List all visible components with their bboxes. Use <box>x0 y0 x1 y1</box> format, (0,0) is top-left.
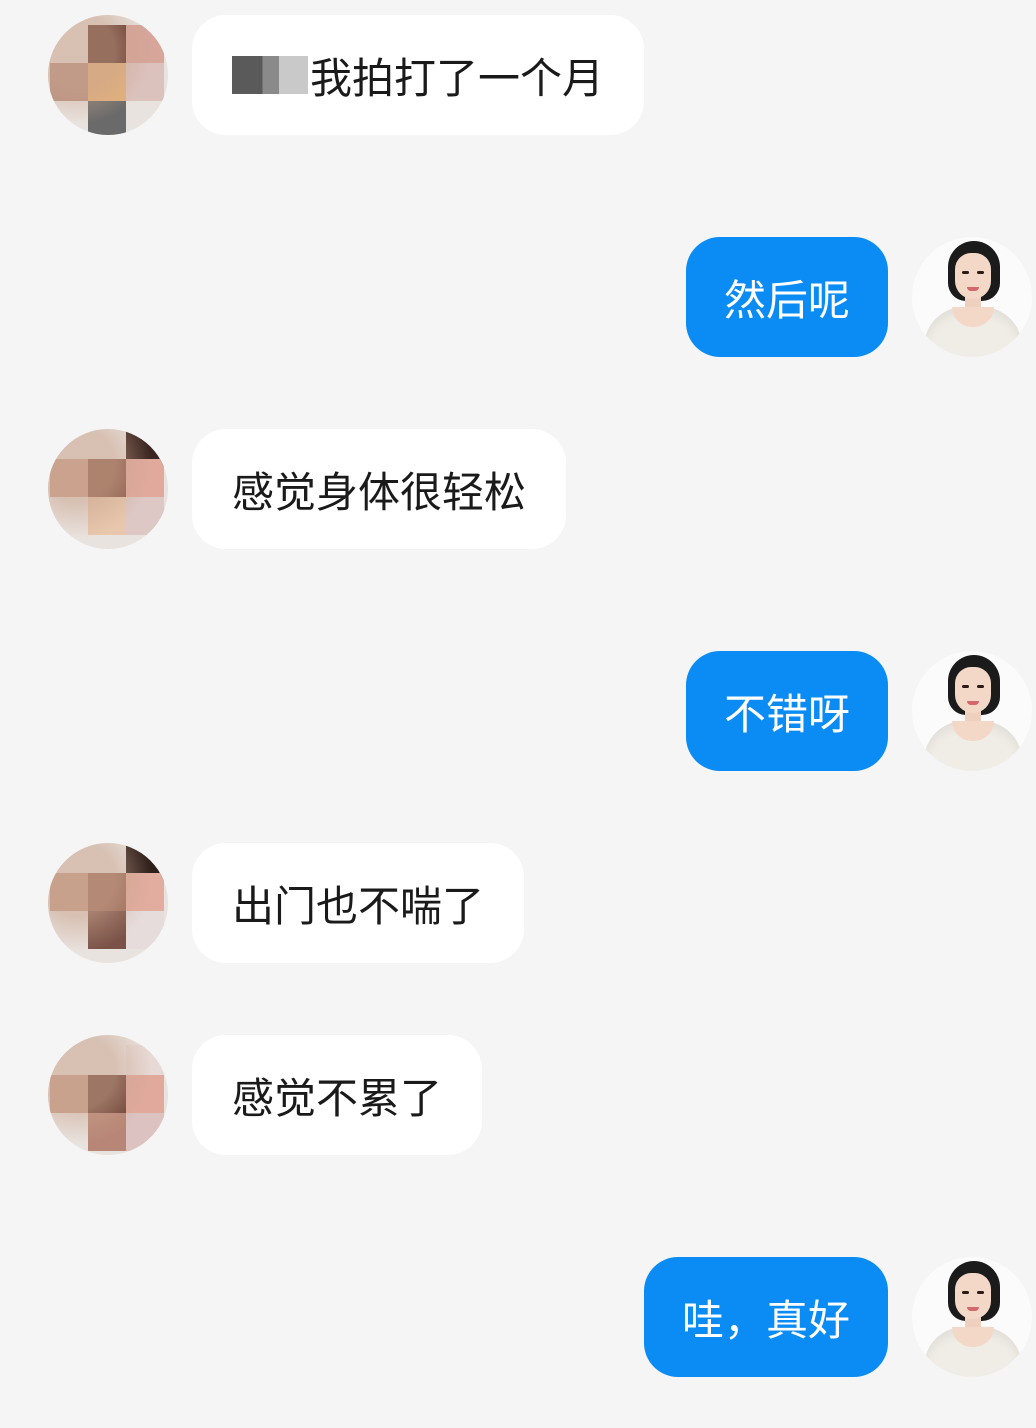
portrait-avatar-image <box>912 1257 1032 1377</box>
message-row: 我拍打了一个月 <box>0 15 1036 135</box>
contact-avatar[interactable] <box>48 429 168 549</box>
user-avatar[interactable] <box>912 237 1032 357</box>
user-avatar[interactable] <box>912 651 1032 771</box>
outgoing-message-bubble[interactable]: 哇，真好 <box>643 1257 888 1377</box>
contact-avatar[interactable] <box>48 843 168 963</box>
portrait-avatar-image <box>912 651 1032 771</box>
message-text: 感觉身体很轻松 <box>232 467 527 517</box>
redacted-text-block <box>232 56 308 94</box>
message-text: 不错呀 <box>723 689 850 739</box>
message-row: 感觉身体很轻松 <box>0 429 1036 549</box>
pixelated-avatar-image <box>48 1035 168 1155</box>
message-row: 感觉不累了 <box>0 1035 1036 1155</box>
message-text: 我拍打了一个月 <box>310 53 605 103</box>
portrait-avatar-image <box>912 237 1032 357</box>
message-row: 然后呢 <box>0 237 1036 357</box>
user-avatar[interactable] <box>912 1257 1032 1377</box>
message-row: 出门也不喘了 <box>0 843 1036 963</box>
pixelated-avatar-image <box>48 843 168 963</box>
outgoing-message-bubble[interactable]: 不错呀 <box>685 651 888 771</box>
message-row: 哇，真好 <box>0 1257 1036 1377</box>
pixelated-avatar-image <box>48 429 168 549</box>
message-text: 感觉不累了 <box>232 1073 443 1123</box>
incoming-message-bubble[interactable]: 出门也不喘了 <box>192 843 525 963</box>
pixelated-avatar-image <box>48 15 168 135</box>
incoming-message-bubble[interactable]: 我拍打了一个月 <box>192 15 645 135</box>
incoming-message-bubble[interactable]: 感觉身体很轻松 <box>192 429 567 549</box>
contact-avatar[interactable] <box>48 1035 168 1155</box>
incoming-message-bubble[interactable]: 感觉不累了 <box>192 1035 483 1155</box>
message-text: 然后呢 <box>723 275 850 325</box>
contact-avatar[interactable] <box>48 15 168 135</box>
message-text: 出门也不喘了 <box>232 881 485 931</box>
message-text: 哇，真好 <box>681 1295 850 1345</box>
outgoing-message-bubble[interactable]: 然后呢 <box>685 237 888 357</box>
message-row: 不错呀 <box>0 651 1036 771</box>
